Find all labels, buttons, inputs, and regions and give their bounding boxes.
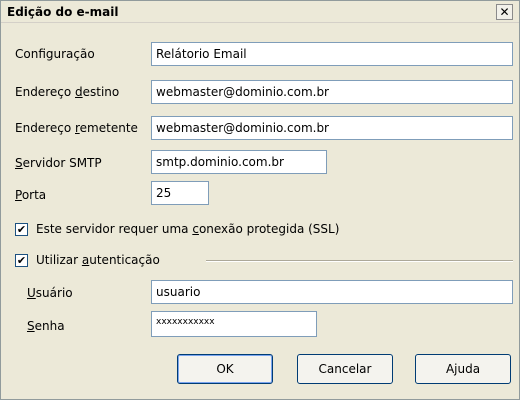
auth-checkbox[interactable]: ✔ [15,254,28,267]
dialog-title: Edição do e-mail [7,5,119,19]
close-icon: ✕ [499,5,510,19]
ssl-label[interactable]: Este servidor requer uma conexão protegi… [36,222,339,236]
ssl-checkbox[interactable]: ✔ [15,223,28,236]
checkmark-icon: ✔ [16,223,27,236]
auth-label[interactable]: Utilizar autenticação [36,253,160,267]
destino-label: Endereço destino [15,85,120,99]
help-button[interactable]: Ajuda [415,354,511,384]
remetente-email-field[interactable]: webmaster@dominio.com.br [151,116,513,140]
configuracao-label: Configuração [15,47,95,61]
cancel-button[interactable]: Cancelar [297,354,393,384]
servidor-label: Servidor SMTP [15,156,102,170]
email-edit-dialog: Edição do e-mail ✕ Configuração Relátori… [0,0,520,400]
port-field[interactable]: 25 [151,181,209,205]
smtp-server-field[interactable]: smtp.dominio.com.br [151,150,327,174]
close-button[interactable]: ✕ [496,4,513,20]
username-field[interactable]: usuario [151,280,513,304]
remetente-label: Endereço remetente [15,121,138,135]
title-bar[interactable]: Edição do e-mail ✕ [1,1,519,23]
group-divider [206,260,513,262]
checkmark-icon: ✔ [16,254,27,267]
destino-email-field[interactable]: webmaster@dominio.com.br [151,80,513,104]
usuario-label: Usuário [27,286,73,300]
ok-button[interactable]: OK [177,354,273,384]
password-field[interactable]: xxxxxxxxxxx [151,311,317,337]
configuracao-field[interactable]: Relátorio Email [151,42,513,66]
senha-label: Senha [27,319,65,333]
porta-label: Porta [15,188,47,202]
